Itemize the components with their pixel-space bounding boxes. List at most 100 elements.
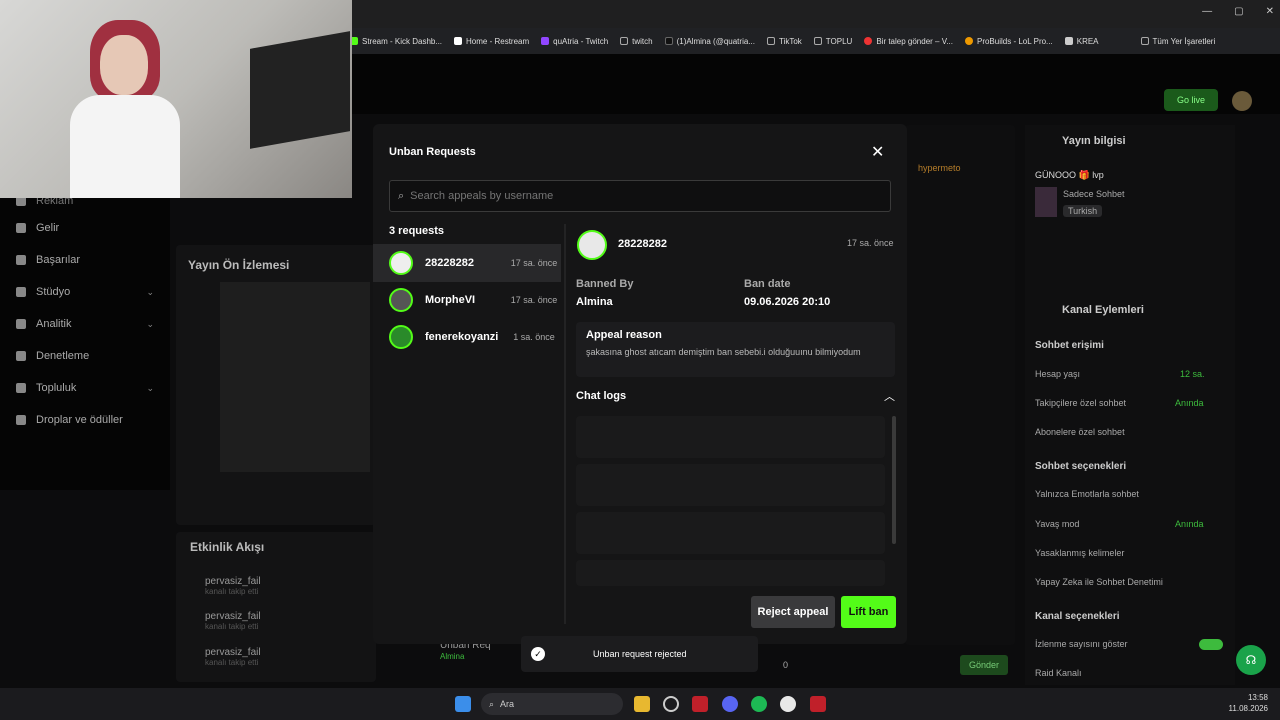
sidebar: Reklam Gelir Başarılar Stüdyo ⌄ Analitik ⌄… [0,190,170,490]
taskbar-search[interactable]: ⌕ Ara [481,693,623,715]
emotes-only[interactable]: Yalnızca Emotlarla sohbet [1035,489,1139,499]
bookmark[interactable]: TOPLU [813,37,852,46]
sidebar-item-droplar[interactable]: Droplar ve ödüller [0,404,170,436]
preview-video [220,282,370,472]
bookmark[interactable]: quAtria - Twitch [541,37,608,46]
avatar [389,251,413,275]
banned-words[interactable]: Yasaklanmış kelimeler [1035,548,1124,558]
all-bookmarks[interactable]: Tüm Yer İşaretleri [1140,37,1215,46]
sidebar-item-denetleme[interactable]: Denetleme [0,340,170,372]
reject-appeal-button[interactable]: Reject appeal [751,596,835,628]
toast-notification: ✓ Unban request rejected [521,636,758,672]
sidebar-item-topluluk[interactable]: Topluluk ⌄ [0,372,170,404]
chat-access-title: Sohbet erişimi [1035,340,1104,351]
app-icon[interactable] [663,696,679,712]
chevron-down-icon: ⌄ [146,382,154,393]
slow-mode[interactable]: Yavaş mod [1035,519,1079,529]
send-button[interactable]: Gönder [960,655,1008,675]
krea-icon [1064,37,1073,45]
sword-icon [16,351,26,361]
sidebar-item-gelir[interactable]: Gelir [0,212,170,244]
minimize-icon[interactable]: — [1202,6,1212,17]
window-controls: — ▢ ✕ [1202,6,1274,17]
modal-title: Unban Requests [389,146,476,158]
request-item-morphevi[interactable]: MorpheVI 17 sa. önce [373,281,561,319]
maximize-icon[interactable]: ▢ [1234,6,1243,17]
request-item-28228282[interactable]: 28228282 17 sa. önce [373,244,561,282]
webcam-monitor [250,31,350,149]
scrollbar[interactable] [892,416,896,544]
ai-moderation[interactable]: Yapay Zeka ile Sohbet Denetimi [1035,577,1163,587]
activity-title: Etkinlik Akışı [190,540,265,554]
webcam-overlay [0,0,352,198]
chevron-up-icon[interactable]: ︿ [884,388,895,404]
bookmark[interactable]: ProBuilds - LoL Pro... [964,37,1053,46]
show-viewers-toggle[interactable] [1199,639,1223,650]
lift-ban-button[interactable]: Lift ban [841,596,896,628]
close-icon[interactable]: ✕ [871,142,884,162]
avatar[interactable] [1232,91,1252,111]
folder-icon [766,37,775,45]
app-icon[interactable] [810,696,826,712]
check-icon: ✓ [531,647,545,661]
chat-panel [905,125,1015,645]
avatar [389,288,413,312]
chevron-down-icon: ⌄ [146,318,154,329]
viewer-count: 0 [783,660,789,670]
followers-only-value: Anında [1175,398,1204,408]
chrome-icon[interactable] [780,696,796,712]
search-field[interactable]: ⌕ [389,180,891,212]
folder-icon [1140,37,1149,45]
chat-username: hypermeto [918,163,961,173]
bookmark[interactable]: Bir talep gönder – V... [864,37,953,46]
discord-icon[interactable] [722,696,738,712]
preview-title: Yayın Ön İzlemesi [188,258,290,272]
account-age[interactable]: Hesap yaşı [1035,369,1080,379]
windows-start-icon[interactable] [455,696,471,712]
list-item: pervasiz_fail kanalı takip etti [205,611,261,631]
help-chat-icon[interactable]: ☊ [1236,645,1266,675]
bookmark[interactable]: KREA [1064,37,1099,46]
search-input[interactable] [410,190,851,202]
folder-icon [620,37,629,45]
detail-time: 17 sa. önce [847,238,894,248]
avatar [389,325,413,349]
spotify-icon[interactable] [751,696,767,712]
tag: Turkish [1063,205,1103,217]
avatar [577,230,607,260]
webcam-person-face [100,35,148,95]
sidebar-item-analitik[interactable]: Analitik ⌄ [0,308,170,340]
app-icon[interactable] [692,696,708,712]
bookmark[interactable]: Home - Restream [454,37,529,46]
trophy-icon [16,255,26,265]
subscribers-only[interactable]: Abonelere özel sohbet [1035,427,1125,437]
list-item: pervasiz_fail kanalı takip etti [205,576,261,596]
chevron-down-icon: ⌄ [146,286,154,297]
account-age-value: 12 sa. [1180,369,1205,379]
sidebar-item-basarilar[interactable]: Başarılar [0,244,170,276]
search-icon: ⌕ [489,698,495,709]
show-viewers[interactable]: İzlenme sayısını göster [1035,639,1128,649]
close-window-icon[interactable]: ✕ [1266,6,1274,17]
bookmark[interactable]: TikTok [766,37,802,46]
file-explorer-icon[interactable] [634,696,650,712]
ban-date-label: Ban date [744,278,791,290]
stream-info-panel: Yayın bilgisi GÜNOOO 🎁 lvp Sadece Sohbet… [1025,125,1235,685]
folder-icon [813,37,822,45]
probuilds-icon [964,37,973,45]
followers-only[interactable]: Takipçilere özel sohbet [1035,398,1126,408]
taskbar-clock: 13:58 11.08.2026 [1228,693,1268,713]
bookmark[interactable]: Stream - Kick Dashb... [350,37,442,46]
bookmark[interactable]: twitch [620,37,653,46]
sidebar-item-studyo[interactable]: Stüdyo ⌄ [0,276,170,308]
slow-mode-value: Anında [1175,519,1204,529]
channel-options-title: Kanal seçenekleri [1035,611,1120,622]
bookmark[interactable]: (1)Almina (@quatria... [664,37,755,46]
raid-channel[interactable]: Raid Kanalı [1035,668,1082,678]
request-item-fenerekoyanzi[interactable]: fenerekoyanzi 1 sa. önce [373,318,561,356]
divider [564,224,566,624]
category: Sadece Sohbet [1063,189,1125,199]
appeal-reason-label: Appeal reason [586,329,662,341]
go-live-button[interactable]: Go live [1164,89,1218,111]
studio-icon [16,287,26,297]
